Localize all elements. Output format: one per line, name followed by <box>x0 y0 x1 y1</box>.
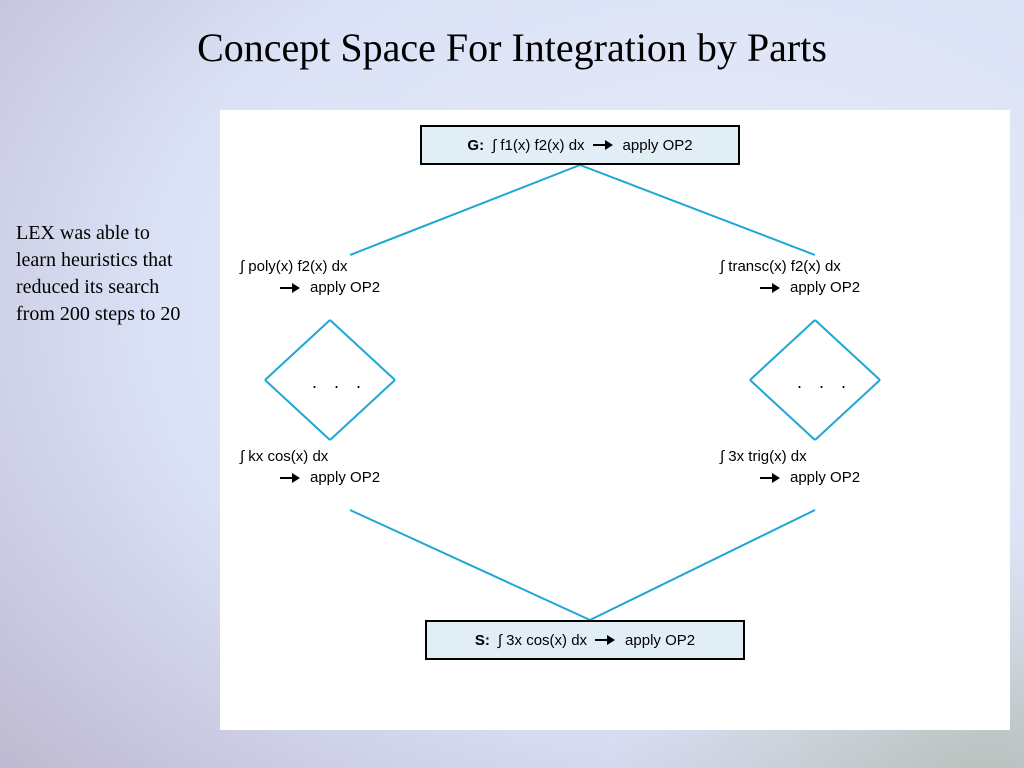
node-left-upper-action: apply OP2 <box>310 279 380 296</box>
bottom-node-s: S: ∫ 3x cos(x) dx apply OP2 <box>425 620 745 660</box>
page-title: Concept Space For Integration by Parts <box>0 24 1024 71</box>
node-right-upper: ∫ transc(x) f2(x) dx apply OP2 <box>720 258 860 296</box>
arrow-icon <box>595 635 617 645</box>
arrow-icon <box>280 283 302 293</box>
top-node-label: G: <box>467 137 484 154</box>
top-node-action: apply OP2 <box>623 137 693 154</box>
node-right-upper-expr: ∫ transc(x) f2(x) dx <box>720 258 860 275</box>
sidebar-note: LEX was able to learn heuristics that re… <box>16 220 186 328</box>
node-right-upper-action: apply OP2 <box>790 279 860 296</box>
node-left-upper-expr: ∫ poly(x) f2(x) dx <box>240 258 380 275</box>
node-left-upper: ∫ poly(x) f2(x) dx apply OP2 <box>240 258 380 296</box>
concept-space-diagram: G: ∫ f1(x) f2(x) dx apply OP2 ∫ poly(x) … <box>220 110 1010 730</box>
node-left-lower-action: apply OP2 <box>310 469 380 486</box>
node-left-lower: ∫ kx cos(x) dx apply OP2 <box>240 448 380 486</box>
arrow-icon <box>760 473 782 483</box>
bottom-node-expr: ∫ 3x cos(x) dx <box>498 632 587 649</box>
top-node-expr: ∫ f1(x) f2(x) dx <box>492 137 584 154</box>
arrow-icon <box>760 283 782 293</box>
ellipsis-left: . . . <box>312 372 367 393</box>
top-node-g: G: ∫ f1(x) f2(x) dx apply OP2 <box>420 125 740 165</box>
node-right-lower-action: apply OP2 <box>790 469 860 486</box>
bottom-node-action: apply OP2 <box>625 632 695 649</box>
node-left-lower-expr: ∫ kx cos(x) dx <box>240 448 380 465</box>
node-right-lower-expr: ∫ 3x trig(x) dx <box>720 448 860 465</box>
node-right-lower: ∫ 3x trig(x) dx apply OP2 <box>720 448 860 486</box>
ellipsis-right: . . . <box>797 372 852 393</box>
arrow-icon <box>593 140 615 150</box>
bottom-node-label: S: <box>475 632 490 649</box>
arrow-icon <box>280 473 302 483</box>
